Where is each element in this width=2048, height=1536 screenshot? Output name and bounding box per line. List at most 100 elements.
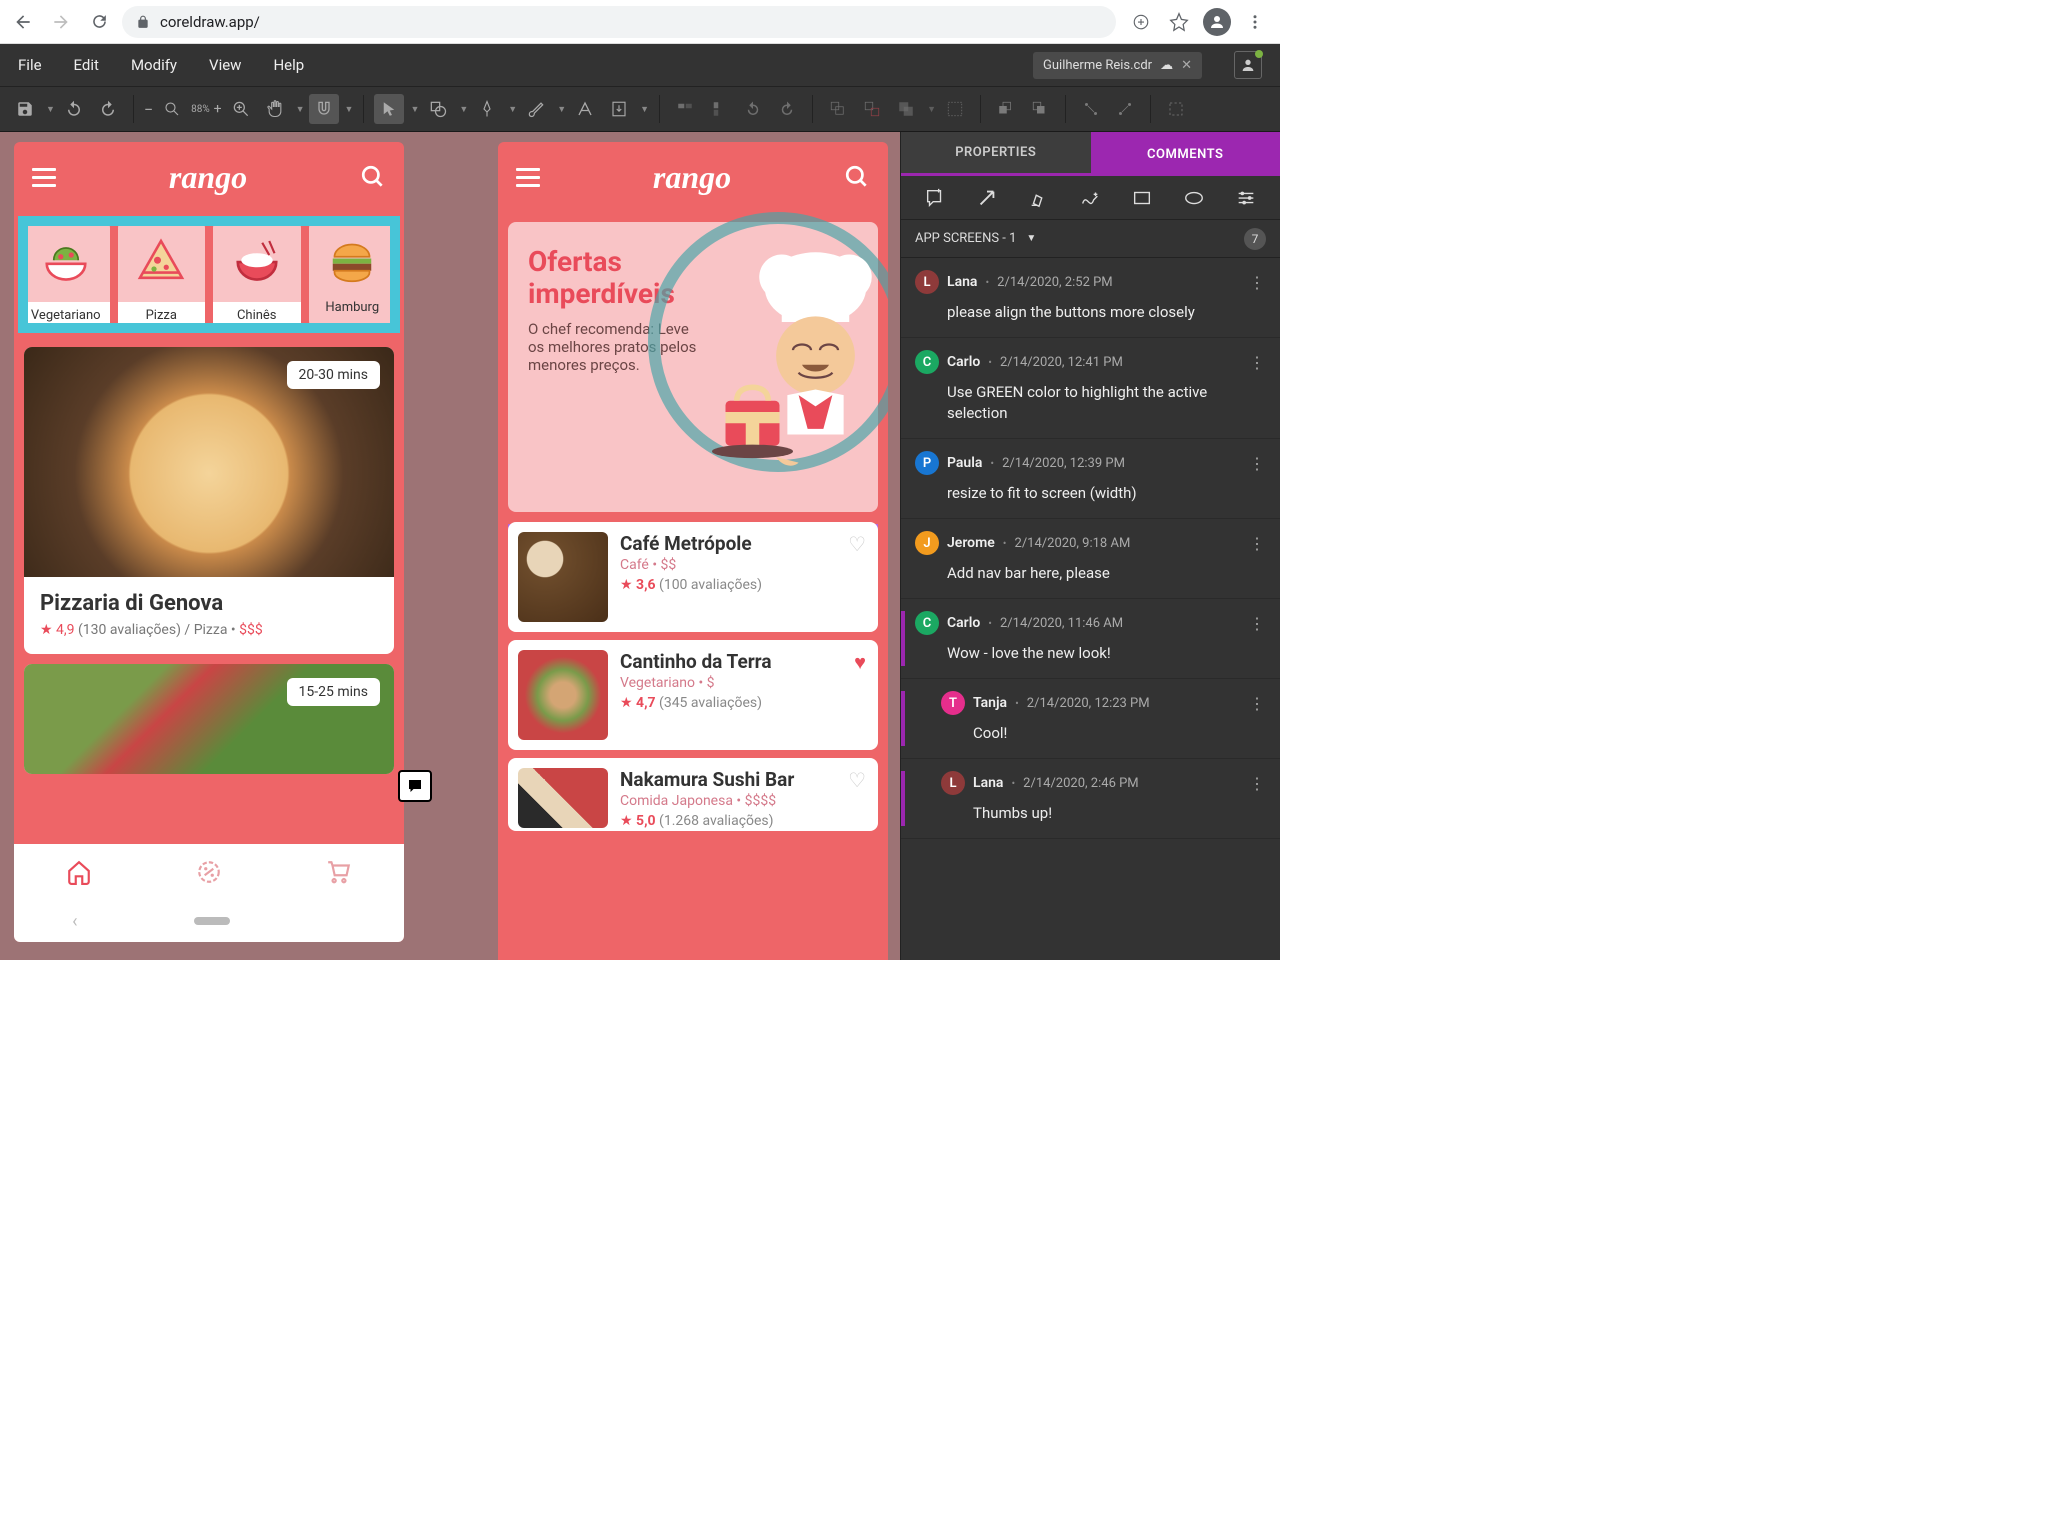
canvas[interactable]: rango Vegetariano Pizza Chinês bbox=[0, 132, 900, 960]
close-icon[interactable]: ✕ bbox=[1181, 58, 1192, 73]
list-item: Cantinho da Terra Vegetariano • $ ★ 4,7 … bbox=[508, 640, 878, 750]
kebab-menu-icon[interactable]: ⋮ bbox=[1249, 534, 1266, 553]
heart-icon: ♡ bbox=[848, 532, 866, 556]
comment-item[interactable]: CCarlo•2/14/2020, 12:41 PM⋮Use GREEN col… bbox=[901, 338, 1280, 439]
comment-item[interactable]: LLana•2/14/2020, 2:52 PM⋮please align th… bbox=[901, 258, 1280, 338]
ungroup-button[interactable] bbox=[857, 94, 887, 124]
comment-item[interactable]: PPaula•2/14/2020, 12:39 PM⋮resize to fit… bbox=[901, 439, 1280, 519]
select-tool[interactable] bbox=[374, 94, 404, 124]
kebab-menu-icon[interactable]: ⋮ bbox=[1249, 694, 1266, 713]
undo-button[interactable] bbox=[59, 94, 89, 124]
align-center-button[interactable] bbox=[704, 94, 734, 124]
freehand-tool[interactable] bbox=[1070, 182, 1110, 214]
import-tool[interactable] bbox=[604, 94, 634, 124]
avatar: J bbox=[915, 531, 939, 555]
deals-icon bbox=[196, 859, 222, 885]
kebab-menu-icon[interactable]: ⋮ bbox=[1249, 774, 1266, 793]
add-tab-icon[interactable] bbox=[1124, 5, 1158, 39]
settings-tool[interactable] bbox=[1226, 182, 1266, 214]
comment-timestamp: 2/14/2020, 11:46 AM bbox=[1000, 616, 1123, 631]
comment-body: please align the buttons more closely bbox=[915, 302, 1266, 323]
star-icon[interactable] bbox=[1162, 5, 1196, 39]
brush-tool[interactable] bbox=[521, 94, 551, 124]
thumb-image bbox=[518, 768, 608, 828]
hamburger-icon bbox=[516, 168, 540, 187]
kebab-menu-icon[interactable]: ⋮ bbox=[1249, 614, 1266, 633]
pen-tool[interactable] bbox=[472, 94, 502, 124]
arrow-tool[interactable] bbox=[967, 182, 1007, 214]
browser-toolbar: coreldraw.app/ bbox=[0, 0, 1280, 44]
menu-file[interactable]: File bbox=[18, 56, 42, 74]
comment-author: Carlo bbox=[947, 615, 980, 631]
address-bar[interactable]: coreldraw.app/ bbox=[122, 6, 1116, 38]
rect-tool[interactable] bbox=[1122, 182, 1162, 214]
menu-view[interactable]: View bbox=[209, 56, 241, 74]
comment-body: Cool! bbox=[941, 723, 1266, 744]
align-left-button[interactable] bbox=[670, 94, 700, 124]
comment-item[interactable]: LLana•2/14/2020, 2:46 PM⋮Thumbs up! bbox=[901, 759, 1280, 839]
shape-tool[interactable] bbox=[423, 94, 453, 124]
comment-body: Wow - love the new look! bbox=[915, 643, 1266, 664]
thread-header[interactable]: APP SCREENS - 1 ▼ 7 bbox=[901, 220, 1280, 258]
menu-help[interactable]: Help bbox=[273, 56, 304, 74]
back-button[interactable] bbox=[8, 7, 38, 37]
pan-button[interactable] bbox=[260, 94, 290, 124]
comment-item[interactable]: TTanja•2/14/2020, 12:23 PM⋮Cool! bbox=[901, 679, 1280, 759]
brand-logo: rango bbox=[540, 159, 844, 196]
comment-author: Tanja bbox=[973, 695, 1007, 711]
comment-item[interactable]: JJerome•2/14/2020, 9:18 AM⋮Add nav bar h… bbox=[901, 519, 1280, 599]
comment-item[interactable]: CCarlo•2/14/2020, 11:46 AM⋮Wow - love th… bbox=[901, 599, 1280, 679]
kebab-menu-icon[interactable]: ⋮ bbox=[1249, 353, 1266, 372]
artboard-phone-1[interactable]: rango Vegetariano Pizza Chinês bbox=[14, 142, 404, 942]
menu-edit[interactable]: Edit bbox=[74, 56, 99, 74]
node-add-button[interactable] bbox=[1076, 94, 1106, 124]
tab-properties[interactable]: PROPERTIES bbox=[901, 132, 1091, 176]
node-del-button[interactable] bbox=[1110, 94, 1140, 124]
bottom-nav bbox=[14, 844, 404, 900]
tab-comments[interactable]: COMMENTS bbox=[1091, 132, 1281, 176]
heart-icon: ♥ bbox=[854, 650, 866, 675]
zoom-in-button[interactable] bbox=[226, 94, 256, 124]
highlighter-tool[interactable] bbox=[1019, 182, 1059, 214]
order-front-button[interactable] bbox=[991, 94, 1021, 124]
chef-illustration bbox=[678, 232, 888, 502]
menu-modify[interactable]: Modify bbox=[131, 56, 177, 74]
rotate-ccw-button[interactable] bbox=[738, 94, 768, 124]
combine-button[interactable] bbox=[891, 94, 921, 124]
filename-text: Guilherme Reis.cdr bbox=[1043, 58, 1152, 73]
kebab-menu-icon[interactable]: ⋮ bbox=[1249, 273, 1266, 292]
salad-icon bbox=[26, 228, 106, 296]
save-button[interactable] bbox=[10, 94, 40, 124]
comment-marker[interactable] bbox=[398, 770, 432, 802]
comment-author: Paula bbox=[947, 455, 982, 471]
break-button[interactable] bbox=[940, 94, 970, 124]
text-tool[interactable] bbox=[570, 94, 600, 124]
kebab-menu-icon[interactable]: ⋮ bbox=[1249, 454, 1266, 473]
avatar: P bbox=[915, 451, 939, 475]
forward-button[interactable] bbox=[46, 7, 76, 37]
note-tool[interactable] bbox=[915, 182, 955, 214]
zoom-out-button[interactable] bbox=[157, 94, 187, 124]
hamburger-icon bbox=[32, 168, 56, 187]
redo-button[interactable] bbox=[93, 94, 123, 124]
profile-avatar[interactable] bbox=[1200, 5, 1234, 39]
kebab-menu-icon[interactable] bbox=[1238, 5, 1272, 39]
ellipse-tool[interactable] bbox=[1174, 182, 1214, 214]
reload-button[interactable] bbox=[84, 7, 114, 37]
thumb-image bbox=[518, 532, 608, 622]
order-back-button[interactable] bbox=[1025, 94, 1055, 124]
list-item: Nakamura Sushi Bar Comida Japonesa • $$$… bbox=[508, 758, 878, 831]
category-card: Pizza bbox=[118, 220, 206, 329]
group-button[interactable] bbox=[823, 94, 853, 124]
burger-icon bbox=[313, 228, 393, 296]
filename-chip[interactable]: Guilherme Reis.cdr ☁ ✕ bbox=[1033, 52, 1202, 79]
user-menu-button[interactable] bbox=[1234, 51, 1262, 79]
rotate-cw-button[interactable] bbox=[772, 94, 802, 124]
snap-button[interactable] bbox=[309, 94, 339, 124]
category-card: Hamburg bbox=[309, 220, 397, 329]
crop-button[interactable] bbox=[1161, 94, 1191, 124]
comments-list[interactable]: LLana•2/14/2020, 2:52 PM⋮please align th… bbox=[901, 258, 1280, 960]
artboard-phone-2[interactable]: rango Ofertasimperdíveis O chef recomend… bbox=[498, 142, 888, 960]
card-image: 15-25 mins bbox=[24, 664, 394, 774]
comment-body: Thumbs up! bbox=[941, 803, 1266, 824]
